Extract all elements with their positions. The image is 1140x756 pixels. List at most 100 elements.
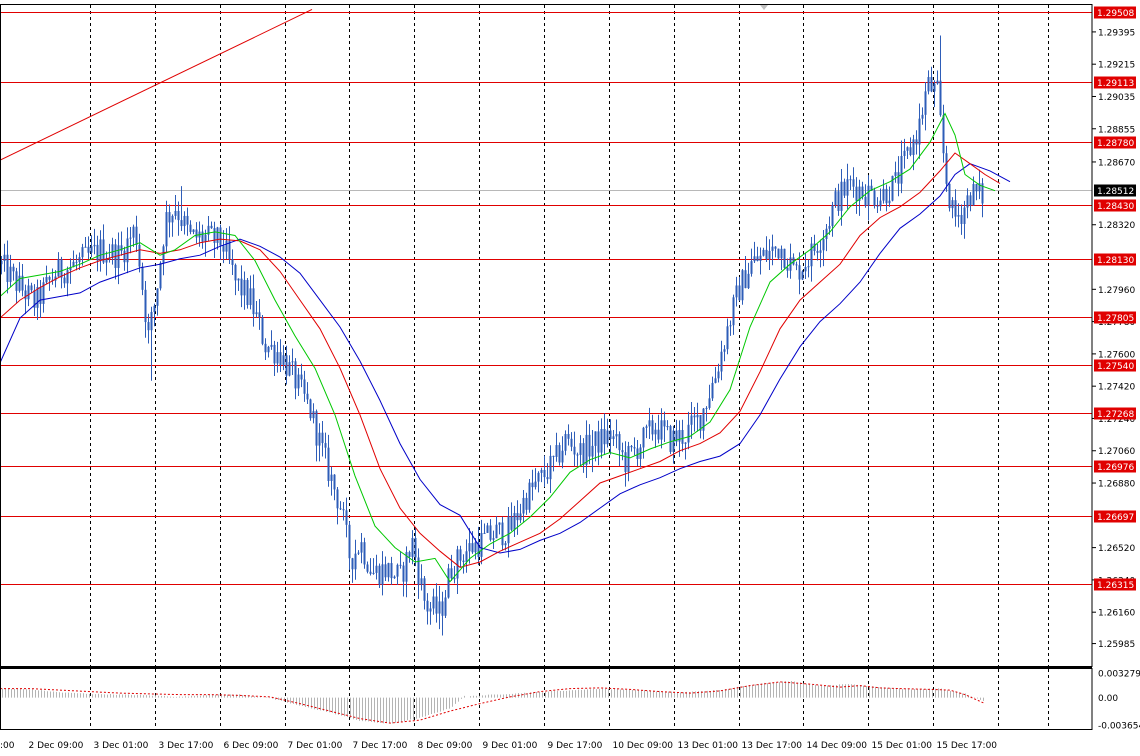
candle-body xyxy=(906,147,909,151)
candle-body xyxy=(729,325,732,327)
candle-body xyxy=(867,185,870,206)
price-axis: 1.29395 1.29215 1.29035 1.28855 1.28670 1.283… xyxy=(1092,0,1140,756)
candle-body xyxy=(861,186,864,197)
candle-body xyxy=(360,542,363,553)
price-panel-border xyxy=(0,4,1093,667)
candle-body xyxy=(315,411,318,446)
candle-body xyxy=(444,597,447,616)
candle-body xyxy=(522,497,525,514)
candle-body xyxy=(219,227,222,246)
price-tick-label: 1.28855 xyxy=(1098,125,1135,135)
candle-body xyxy=(570,438,573,447)
shift-marker-icon xyxy=(760,5,768,10)
candle-body xyxy=(852,179,855,187)
candle-body xyxy=(552,455,555,457)
candle-body xyxy=(840,181,843,211)
candle-body xyxy=(468,543,471,552)
candle-body xyxy=(357,552,360,554)
candle-body xyxy=(270,344,273,347)
osc-panel-border xyxy=(0,668,1093,730)
candle-body xyxy=(810,243,813,267)
level-label: 1.27805 xyxy=(1097,314,1134,324)
price-tick-label: 1.27960 xyxy=(1098,286,1135,296)
candle-body xyxy=(738,285,741,301)
candle-body xyxy=(975,184,978,192)
time-tick-label: 15 Dec 01:00 xyxy=(872,741,933,751)
candle-body xyxy=(633,447,636,449)
candle-body xyxy=(309,399,312,419)
candle-body xyxy=(879,200,882,207)
candle-body xyxy=(489,525,492,540)
price-chart[interactable]: 1.29395 1.29215 1.29035 1.28855 1.28670 1.283… xyxy=(0,0,1140,756)
candle-body xyxy=(204,234,207,242)
candle-body xyxy=(744,270,747,289)
candle-body xyxy=(147,322,150,331)
chart-frame xyxy=(0,4,1093,730)
candle-body xyxy=(705,407,708,409)
candle-body xyxy=(306,393,309,400)
candle-body xyxy=(492,538,495,540)
candle-body xyxy=(312,411,315,419)
candle-body xyxy=(144,289,147,323)
candle-body xyxy=(918,118,921,145)
candle-body xyxy=(225,240,228,252)
candle-body xyxy=(195,229,198,238)
candle-body xyxy=(192,229,195,233)
candle-body xyxy=(687,424,690,443)
candle-body xyxy=(774,246,777,249)
candle-body xyxy=(762,249,765,256)
candle-body xyxy=(510,516,513,530)
ma-mid-line xyxy=(0,152,1001,568)
candle-body xyxy=(801,271,804,280)
candle-body xyxy=(501,522,504,546)
candle-body xyxy=(603,428,606,445)
candle-body xyxy=(234,264,237,281)
candle-body xyxy=(624,452,627,472)
candle-body xyxy=(690,415,693,425)
candle-body xyxy=(645,426,648,428)
candle-body xyxy=(39,287,42,304)
candle-body xyxy=(45,276,48,283)
candle-body xyxy=(660,420,663,440)
candle-body xyxy=(153,305,156,312)
candle-body xyxy=(474,542,477,553)
candle-body xyxy=(588,434,591,457)
candle-body xyxy=(837,191,840,211)
candle-body xyxy=(897,172,900,184)
candle-body xyxy=(951,200,954,209)
candle-body xyxy=(414,537,417,558)
candle-body xyxy=(960,214,963,224)
level-label: 1.28430 xyxy=(1097,202,1134,212)
candle-body xyxy=(612,436,615,440)
candle-body xyxy=(921,114,924,119)
candle-body xyxy=(432,596,435,609)
candle-body xyxy=(327,447,330,481)
vertical-grid xyxy=(90,5,1049,729)
time-tick-label: 6 Dec 09:00 xyxy=(224,741,279,751)
candle-body xyxy=(96,244,99,261)
time-tick-label: 9 Dec 01:00 xyxy=(483,741,538,751)
candle-body xyxy=(732,297,735,326)
candle-body xyxy=(912,139,915,155)
candle-body xyxy=(324,443,327,448)
candle-body xyxy=(240,278,243,296)
candle-body xyxy=(900,155,903,184)
candle-body xyxy=(180,220,183,227)
candle-body xyxy=(330,474,333,481)
candle-body xyxy=(528,482,531,510)
candle-body xyxy=(222,245,225,252)
candle-body xyxy=(711,382,714,399)
candle-body xyxy=(264,343,267,353)
candle-body xyxy=(216,227,219,243)
price-tick-label: 1.29035 xyxy=(1098,93,1135,103)
candle-body xyxy=(372,572,375,574)
candle-body xyxy=(75,261,78,263)
candle-body xyxy=(450,568,453,579)
candle-body xyxy=(543,469,546,478)
candle-body xyxy=(87,246,90,253)
candle-body xyxy=(684,442,687,444)
candle-body xyxy=(537,472,540,482)
candle-body xyxy=(231,259,234,265)
candle-body xyxy=(210,225,213,229)
candle-body xyxy=(345,510,348,525)
